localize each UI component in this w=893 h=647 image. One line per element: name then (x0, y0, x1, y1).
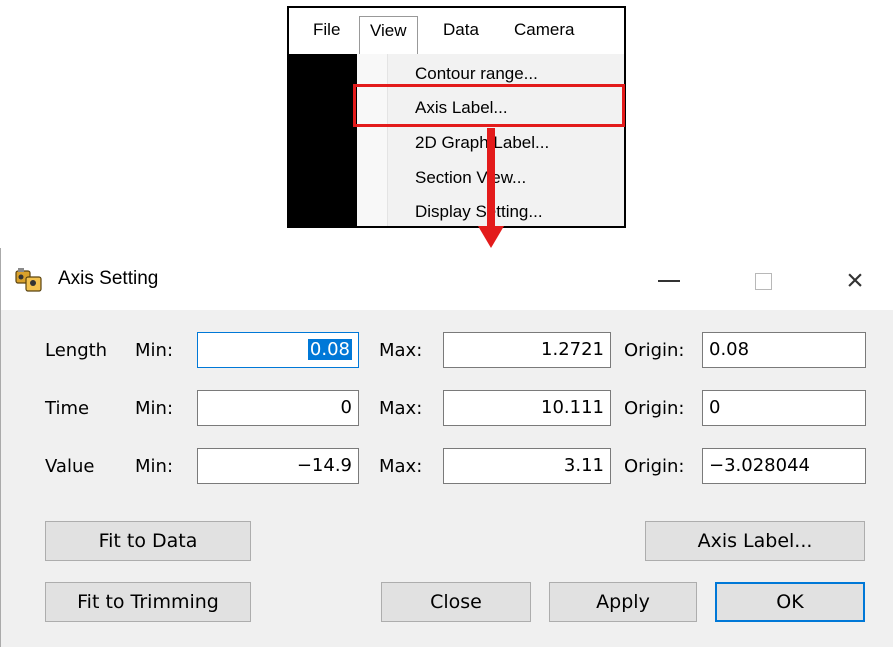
menu-item-contour-range[interactable]: Contour range... (415, 64, 538, 84)
arrow-shaft (487, 128, 495, 228)
origin-label: Origin: (624, 456, 685, 477)
menu-item-2d-graph-label[interactable]: 2D Graph Label... (415, 133, 549, 153)
row-label-value: Value (45, 456, 95, 477)
length-min-input[interactable]: 0.08 (197, 332, 359, 368)
fit-to-data-button[interactable]: Fit to Data (45, 521, 251, 561)
apply-button[interactable]: Apply (549, 582, 697, 622)
menubar: File View Data Camera (289, 8, 624, 56)
maximize-icon (754, 272, 772, 290)
titlebar: Axis Setting × (1, 248, 893, 310)
min-label: Min: (135, 340, 174, 361)
menu-item-section-view[interactable]: Section View... (415, 168, 526, 188)
canvas-area (289, 54, 357, 226)
highlight-box (353, 84, 625, 127)
minimize-icon (658, 280, 680, 282)
menu-item-display-setting[interactable]: Display Setting... (415, 202, 543, 222)
fit-to-trimming-button[interactable]: Fit to Trimming (45, 582, 251, 622)
time-min-input[interactable]: 0 (197, 390, 359, 426)
arrow-down-icon (478, 226, 504, 248)
close-window-button[interactable]: × (831, 258, 879, 304)
axis-setting-dialog: Axis Setting × Length Min: 0.08 Max: 1.2… (0, 248, 893, 647)
origin-label: Origin: (624, 340, 685, 361)
menu-file[interactable]: File (313, 20, 340, 40)
time-max-input[interactable]: 10.111 (443, 390, 611, 426)
menu-data[interactable]: Data (443, 20, 479, 40)
value-origin-input[interactable]: −3.028044 (702, 448, 866, 484)
minimize-button[interactable] (645, 258, 693, 304)
value-min-input[interactable]: −14.9 (197, 448, 359, 484)
close-icon: × (846, 264, 864, 297)
axis-label-button[interactable]: Axis Label... (645, 521, 865, 561)
time-origin-input[interactable]: 0 (702, 390, 866, 426)
dropdown-gutter (357, 54, 388, 226)
close-button[interactable]: Close (381, 582, 531, 622)
app-icon (15, 268, 43, 294)
max-label: Max: (379, 456, 423, 477)
length-min-value: 0.08 (307, 339, 352, 360)
min-label: Min: (135, 456, 174, 477)
row-label-time: Time (45, 398, 90, 419)
min-label: Min: (135, 398, 174, 419)
menu-camera[interactable]: Camera (514, 20, 574, 40)
maximize-button[interactable] (739, 258, 787, 304)
dialog-title: Axis Setting (58, 268, 159, 289)
origin-label: Origin: (624, 398, 685, 419)
ok-button[interactable]: OK (715, 582, 865, 622)
row-label-length: Length (45, 340, 108, 361)
length-origin-input[interactable]: 0.08 (702, 332, 866, 368)
menu-view[interactable]: View (359, 16, 418, 54)
max-label: Max: (379, 340, 423, 361)
length-max-input[interactable]: 1.2721 (443, 332, 611, 368)
value-max-input[interactable]: 3.11 (443, 448, 611, 484)
max-label: Max: (379, 398, 423, 419)
